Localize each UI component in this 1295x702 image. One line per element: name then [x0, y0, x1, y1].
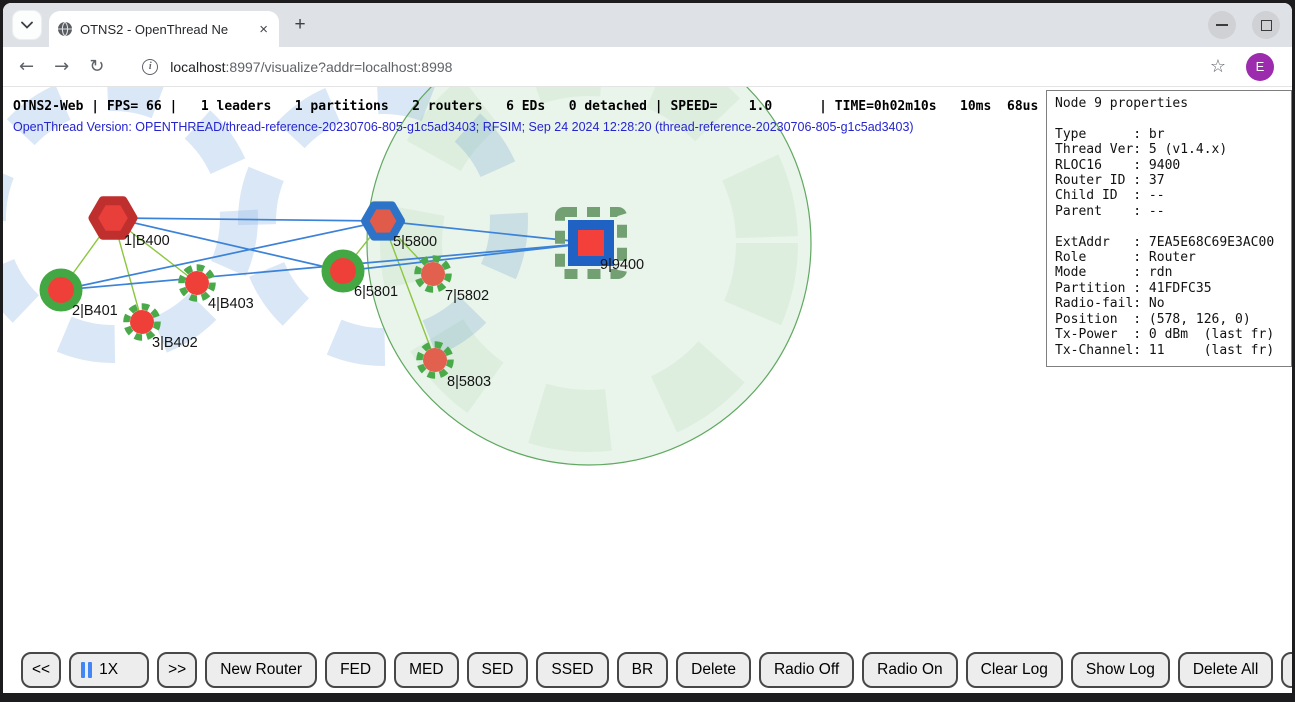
- radio-off-button[interactable]: Radio Off: [759, 652, 854, 688]
- visualizer-content: 1|B400 2|B401 3|B402 4|B403: [3, 87, 1292, 693]
- openthread-version-line: OpenThread Version: OPENTHREAD/thread-re…: [13, 120, 914, 134]
- radio-on-button[interactable]: Radio On: [862, 652, 957, 688]
- ed-core: [330, 258, 356, 284]
- properties-panel-title: Node 9 properties: [1055, 96, 1283, 111]
- ed-core: [185, 271, 209, 295]
- site-info-icon[interactable]: i: [142, 59, 158, 75]
- new-tab-button[interactable]: +: [286, 11, 314, 39]
- speed-button[interactable]: 1X: [69, 652, 149, 688]
- leader-hexagon: [93, 201, 133, 236]
- show-log-button[interactable]: Show Log: [1071, 652, 1170, 688]
- clear-log-button[interactable]: Clear Log: [966, 652, 1063, 688]
- speed-down-button[interactable]: <<: [21, 652, 61, 688]
- reload-icon[interactable]: ↻: [89, 58, 104, 76]
- minimize-icon: [1216, 24, 1228, 26]
- url-host: localhost: [170, 59, 225, 75]
- ssed-button[interactable]: SSED: [536, 652, 608, 688]
- node-label: 5|5800: [393, 234, 437, 250]
- browser-window: OTNS2 - OpenThread Ne × + ← → ↻ i localh…: [3, 3, 1292, 693]
- forward-icon[interactable]: →: [54, 58, 69, 76]
- new-router-button[interactable]: New Router: [205, 652, 317, 688]
- tab-search-button[interactable]: [12, 10, 42, 40]
- speed-label: 1X: [99, 661, 118, 679]
- profile-avatar[interactable]: E: [1246, 53, 1274, 81]
- minimize-button[interactable]: [1208, 11, 1236, 39]
- bookmark-star-icon[interactable]: ☆: [1210, 56, 1226, 77]
- br-router-square: [573, 225, 609, 261]
- tab-close-icon[interactable]: ×: [256, 22, 271, 37]
- node-label: 4|B403: [208, 296, 254, 312]
- chevron-down-icon: [21, 21, 33, 29]
- node-label: 6|5801: [354, 284, 398, 300]
- br-router-hexagon: [365, 205, 401, 236]
- speed-up-button[interactable]: >>: [157, 652, 197, 688]
- maximize-button[interactable]: [1252, 11, 1280, 39]
- url-text[interactable]: localhost:8997/visualize?addr=localhost:…: [170, 59, 452, 75]
- browser-tab[interactable]: OTNS2 - OpenThread Ne ×: [49, 11, 279, 47]
- ed-core: [423, 348, 447, 372]
- tab-strip: OTNS2 - OpenThread Ne × +: [3, 3, 1292, 47]
- globe-favicon-icon: [57, 21, 73, 37]
- med-button[interactable]: MED: [394, 652, 458, 688]
- node-properties-panel: Node 9 properties Type : br Thread Ver: …: [1046, 90, 1292, 367]
- node-label: 3|B402: [152, 335, 198, 351]
- delete-all-button[interactable]: Delete All: [1178, 652, 1273, 688]
- properties-panel-body: Type : br Thread Ver: 5 (v1.4.x) RLOC16 …: [1055, 111, 1283, 358]
- maximize-icon: [1261, 20, 1272, 31]
- tab-title: OTNS2 - OpenThread Ne: [80, 22, 249, 37]
- bottom-toolbar: << 1X >> New Router FED MED SED SSED BR …: [21, 652, 1292, 688]
- back-icon[interactable]: ←: [19, 58, 34, 76]
- node-label: 7|5802: [445, 288, 489, 304]
- url-bar: ← → ↻ i localhost:8997/visualize?addr=lo…: [3, 47, 1292, 87]
- node-1[interactable]: 1|B400: [93, 201, 170, 249]
- simulation-status-bar: OTNS2-Web | FPS= 66 | 1 leaders 1 partit…: [13, 99, 1038, 114]
- fed-button[interactable]: FED: [325, 652, 386, 688]
- energy-stats-button[interactable]: Energy-stats ↗: [1281, 652, 1292, 688]
- ed-core: [48, 277, 74, 303]
- delete-button[interactable]: Delete: [676, 652, 751, 688]
- node-label: 8|5803: [447, 374, 491, 390]
- node-label: 9|9400: [600, 257, 644, 273]
- url-path: :8997/visualize?addr=localhost:8998: [226, 59, 453, 75]
- node-label: 1|B400: [124, 233, 170, 249]
- br-button[interactable]: BR: [617, 652, 669, 688]
- ed-core: [130, 310, 154, 334]
- node-label: 2|B401: [72, 303, 118, 319]
- ed-core: [421, 262, 445, 286]
- pause-icon: [88, 662, 92, 678]
- sed-button[interactable]: SED: [467, 652, 529, 688]
- pause-icon: [81, 662, 85, 678]
